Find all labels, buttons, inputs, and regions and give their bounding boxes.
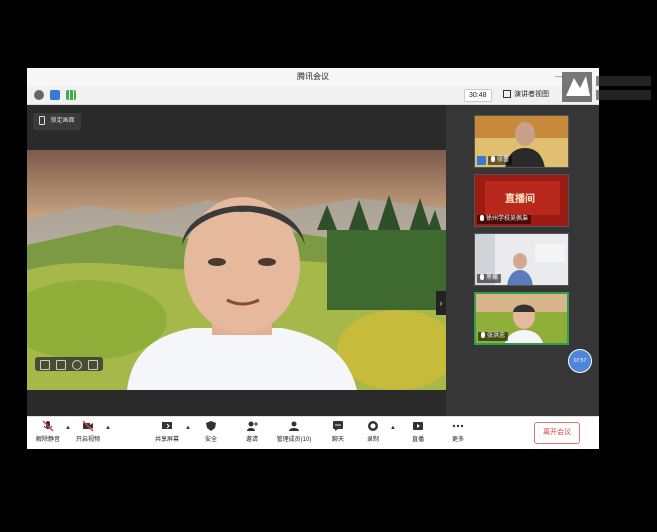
live-label: 直播 (411, 437, 424, 443)
chat-label: 聊天 (331, 437, 344, 443)
participant-tile[interactable]: 张蕾 (474, 115, 569, 168)
start-video-button[interactable]: 开启视频 (73, 420, 103, 443)
speaker-video-frame (27, 150, 446, 390)
more-button[interactable]: 更多 (447, 420, 469, 443)
mic-options-caret[interactable]: ▲ (65, 425, 71, 431)
chat-icon (333, 421, 343, 431)
channel-logo (562, 72, 651, 102)
mic-icon (480, 274, 484, 281)
record-button[interactable]: 录制 (362, 420, 384, 443)
share-screen-label: 共享屏幕 (154, 437, 179, 443)
main-speaker-video[interactable] (27, 150, 446, 390)
security-label: 安全 (204, 437, 217, 443)
participant-tile-active[interactable]: 张洪忠 (474, 292, 569, 345)
mic-icon (480, 215, 484, 222)
add-user-icon (247, 421, 258, 431)
speaker-view-label: 演讲者视图 (514, 91, 549, 98)
mic-icon (491, 156, 495, 163)
host-badge-icon (477, 156, 486, 165)
grid-icon[interactable] (40, 360, 50, 370)
layout-icon (503, 90, 511, 99)
start-video-label: 开启视频 (75, 437, 100, 443)
video-tools (35, 357, 103, 371)
live-banner: 直播间 (505, 194, 535, 205)
members-icon (289, 421, 299, 431)
participant-name: 徐州学校吴佩枭 (477, 215, 532, 224)
info-icon[interactable] (34, 90, 44, 100)
participant-name: 张蕾 (488, 156, 513, 165)
security-button[interactable]: 安全 (200, 420, 222, 443)
live-button[interactable]: 直播 (407, 420, 429, 443)
participant-name-text: 黑螺 (486, 275, 499, 281)
more-icon (452, 424, 464, 428)
camera-off-icon (82, 420, 94, 432)
share-screen-button[interactable]: 共享屏幕 (151, 420, 183, 443)
participant-name-text: 张蕾 (497, 157, 510, 163)
meeting-timer: 30:48 (464, 89, 492, 102)
main-stage: 锁定画面 › (27, 105, 446, 416)
bottom-toolbar: 解除静音 ▲ 开启视频 ▲ 共享屏幕 ▲ 安全 邀请 管理成员(10) 聊天 录… (27, 416, 599, 449)
share-screen-icon (162, 422, 172, 429)
live-icon (413, 422, 423, 430)
lock-view-button[interactable]: 锁定画面 (33, 113, 81, 130)
speaker-view-button[interactable]: 演讲者视图 (503, 89, 549, 101)
more-label: 更多 (451, 437, 464, 443)
title-bar: 腾讯会议 — (27, 68, 599, 86)
mic-icon (481, 332, 485, 339)
pin-icon (39, 115, 45, 125)
participant-tile[interactable]: 黑螺 (474, 233, 569, 286)
lock-view-label: 锁定画面 (50, 118, 75, 124)
info-bar: 30:48 演讲者视图 (27, 86, 599, 105)
record-icon (368, 421, 378, 431)
invite-label: 邀请 (245, 437, 258, 443)
shield-icon[interactable] (50, 90, 60, 100)
mic-off-icon (42, 420, 54, 432)
shield-icon (206, 421, 216, 431)
beauty-icon[interactable] (72, 360, 82, 370)
floating-bubble[interactable]: 07:57 (568, 349, 592, 373)
collapse-sidebar-button[interactable]: › (436, 291, 446, 315)
record-options-caret[interactable]: ▲ (390, 425, 396, 431)
participant-name-text: 徐州学校吴佩枭 (486, 216, 529, 222)
record-label: 录制 (366, 437, 379, 443)
share-options-caret[interactable]: ▲ (185, 425, 191, 431)
leave-meeting-button[interactable]: 离开会议 (534, 422, 580, 444)
window-title: 腾讯会议 (297, 72, 329, 81)
invite-button[interactable]: 邀请 (241, 420, 263, 443)
meeting-window: 腾讯会议 — 30:48 演讲者视图 锁定画面 › 张蕾 直播间 徐州学校吴佩枭… (27, 68, 599, 449)
manage-members-label: 管理成员(10) (276, 437, 312, 443)
settings-icon[interactable] (88, 360, 98, 370)
fullscreen-icon[interactable] (56, 360, 66, 370)
chat-button[interactable]: 聊天 (327, 420, 349, 443)
signal-icon[interactable] (66, 90, 76, 100)
video-options-caret[interactable]: ▲ (105, 425, 111, 431)
participant-name: 张洪忠 (478, 332, 509, 341)
manage-members-button[interactable]: 管理成员(10) (274, 420, 314, 443)
participant-name-text: 张洪忠 (487, 333, 506, 339)
unmute-label: 解除静音 (35, 437, 60, 443)
participant-tile[interactable]: 直播间 徐州学校吴佩枭 (474, 174, 569, 227)
unmute-button[interactable]: 解除静音 (33, 420, 63, 443)
participant-name: 黑螺 (477, 274, 502, 283)
